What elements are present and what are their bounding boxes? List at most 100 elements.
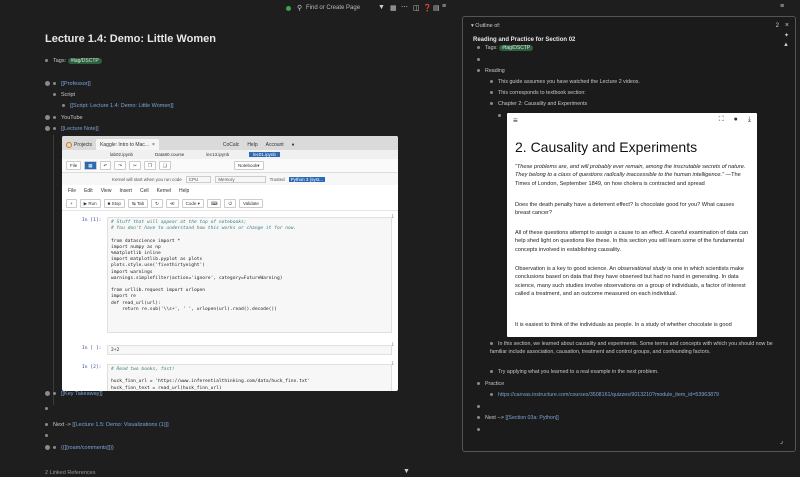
paste-button[interactable]: ❑	[158, 161, 171, 170]
code-editor[interactable]: # Stuff that will appear at the top of n…	[107, 217, 392, 333]
bullet[interactable]	[490, 342, 493, 346]
file-tab-lab02[interactable]: lab02.ipynb	[110, 152, 133, 157]
search-input[interactable]: Find or Create Page	[306, 5, 360, 11]
sidebar-menu-icon[interactable]: ≡	[780, 3, 784, 10]
menu-icon[interactable]: ≡	[513, 116, 518, 125]
bullet[interactable]	[45, 407, 48, 411]
menu-insert[interactable]: Insert	[119, 188, 132, 194]
cell-type-select[interactable]: Code ▾	[181, 199, 204, 208]
redo-button[interactable]: ↷	[114, 161, 127, 170]
help-icon[interactable]: ❓	[423, 4, 432, 12]
validate-button[interactable]: Validate	[239, 199, 263, 208]
bullet[interactable]	[477, 428, 480, 432]
bullet[interactable]	[45, 423, 48, 427]
code-editor[interactable]: # Read two books, fast! huck_finn_url = …	[107, 364, 392, 391]
menu-help[interactable]: Help	[179, 188, 189, 194]
menu-cell[interactable]: Cell	[140, 188, 149, 194]
tag-dsctp[interactable]: #tag/DSCTP	[499, 45, 534, 51]
roam-comments-link[interactable]: {{[[roam/comments]]}}	[61, 445, 114, 451]
file-tab-lec01[interactable]: lec01.ipynb	[249, 152, 280, 157]
copy-button[interactable]: ❐	[143, 161, 156, 170]
script-link[interactable]: [[Script: Lecture 1.4: Demo: Little Wome…	[70, 103, 174, 109]
sidebar-page-title[interactable]: Reading and Practice for Section 02	[473, 37, 575, 43]
code-cell-3[interactable]: In [2]: 1 # Read two books, fast! huck_f…	[62, 362, 398, 391]
power-icon[interactable]: ⏻	[224, 199, 236, 208]
undo-button[interactable]: ↶	[99, 161, 112, 170]
key-takeaway-link[interactable]: [[Key Takeaway]]	[61, 391, 102, 397]
kernel-name[interactable]: Python 3 (syst...	[288, 176, 325, 182]
practice-link[interactable]: https://canvas.instructure.com/courses/3…	[498, 392, 719, 398]
tag-dsctp[interactable]: #tag/DSCTP	[67, 58, 102, 64]
bullet[interactable]	[53, 116, 56, 120]
bullet[interactable]	[62, 104, 65, 108]
collapse-toggle[interactable]	[45, 126, 50, 132]
bullet[interactable]	[53, 93, 56, 97]
menu-file[interactable]: File	[68, 188, 76, 194]
resize-handle-icon[interactable]: ⌟	[780, 437, 783, 445]
bullet[interactable]	[53, 392, 56, 396]
stop-button[interactable]: ■ Stop	[103, 199, 125, 208]
bullet[interactable]	[490, 91, 493, 95]
collapse-toggle[interactable]	[45, 115, 50, 121]
bullet[interactable]	[53, 82, 56, 86]
bullet[interactable]	[477, 69, 480, 73]
menu-edit[interactable]: Edit	[84, 188, 93, 194]
fullscreen-icon[interactable]: ⛶	[719, 116, 724, 124]
expand-icon[interactable]: ▲	[783, 42, 789, 48]
add-cell-button[interactable]: +	[66, 199, 77, 208]
file-tab-lec13[interactable]: lec13.ipynb	[206, 152, 229, 157]
tab-kaggle[interactable]: Kaggle: Intro to Mac... ×	[96, 139, 159, 150]
tab-cocalc[interactable]: CoCalc	[219, 139, 243, 150]
cut-button[interactable]: ✂	[129, 161, 141, 170]
next-link[interactable]: [[Lecture 1.5: Demo: Visualizations (1)]…	[72, 422, 168, 428]
menu-kernel[interactable]: Kernel	[157, 188, 171, 194]
bullet[interactable]	[477, 58, 480, 62]
keyboard-icon[interactable]: ⌨	[206, 199, 222, 208]
notebook-mode-select[interactable]: Notebook ▾	[233, 161, 264, 170]
file-menu-button[interactable]: File	[66, 161, 82, 170]
bell-icon[interactable]: ♦	[288, 139, 299, 150]
bullet[interactable]	[477, 382, 480, 386]
bullet[interactable]	[45, 434, 48, 438]
tab-projects[interactable]: Projects	[62, 139, 96, 150]
restart-button[interactable]: ↻	[151, 199, 163, 208]
bullet[interactable]	[490, 102, 493, 106]
bullet[interactable]	[490, 393, 493, 397]
github-icon[interactable]: ●	[734, 116, 738, 124]
bullet[interactable]	[490, 80, 493, 84]
interrupt-button[interactable]: ≪	[165, 199, 179, 208]
linked-references[interactable]: 2 Linked References	[45, 470, 95, 476]
tab-button[interactable]: ↹ Tab	[127, 199, 149, 208]
bullet[interactable]	[498, 114, 501, 118]
bullet[interactable]	[477, 405, 480, 409]
collapse-toggle[interactable]	[45, 391, 50, 397]
bullet[interactable]	[477, 46, 480, 50]
pin-icon[interactable]: ✦	[784, 32, 789, 39]
filter-icon[interactable]: ▼	[378, 4, 385, 11]
bullet[interactable]	[45, 59, 48, 63]
tab-help[interactable]: Help	[243, 139, 261, 150]
save-button[interactable]: ▦	[84, 161, 97, 170]
sidebar-next-link[interactable]: [[Section 03a: Python]]	[505, 415, 558, 421]
more-icon[interactable]: ⋯	[401, 3, 408, 11]
outline-header[interactable]: ▾ Outline of:	[471, 23, 500, 29]
tab-account[interactable]: Account	[262, 139, 288, 150]
search-icon[interactable]: ⚲	[297, 4, 302, 12]
menu-icon[interactable]: ≡	[442, 3, 446, 10]
code-editor[interactable]: 2+2	[107, 345, 392, 355]
bullet[interactable]	[490, 370, 493, 374]
collapse-toggle[interactable]	[45, 81, 50, 87]
collapse-toggle[interactable]	[45, 445, 50, 451]
calendar-icon[interactable]: ▦	[390, 4, 397, 12]
code-cell-1[interactable]: In [1]: 1 # Stuff that will appear at th…	[62, 215, 398, 337]
professor-link[interactable]: [[Professor]]	[61, 81, 91, 87]
bullet[interactable]	[53, 127, 56, 131]
close-icon[interactable]: ×	[785, 22, 789, 29]
run-button[interactable]: ▶ Run	[79, 199, 101, 208]
bullet[interactable]	[53, 446, 56, 450]
download-icon[interactable]: ⤓	[748, 116, 751, 124]
filter-icon[interactable]: ▼	[403, 468, 410, 475]
lecture-note-link[interactable]: [[Lecture Note]]	[61, 126, 99, 132]
panel-icon[interactable]: ◫	[413, 4, 420, 12]
sidebar-icon[interactable]: ▤	[433, 4, 440, 12]
